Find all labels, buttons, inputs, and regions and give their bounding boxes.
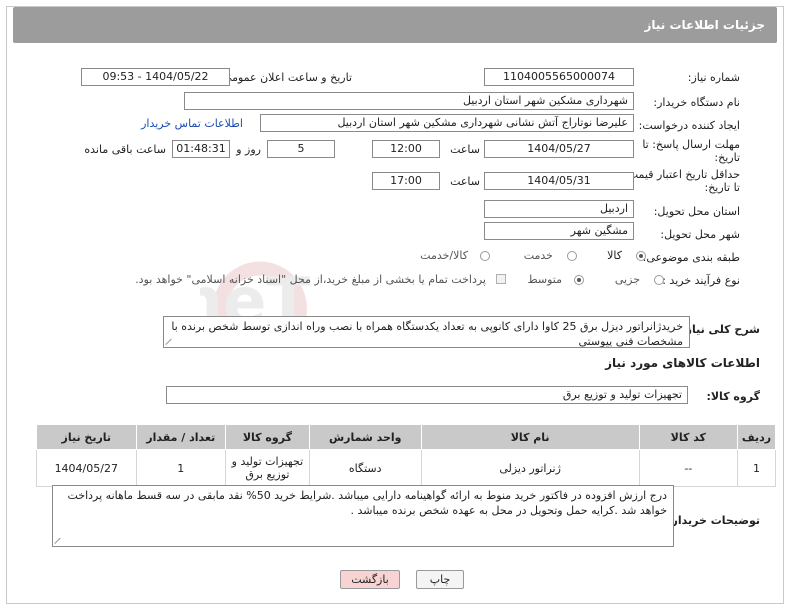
validity-label: حداقل تاریخ اعتبار قیمت:: [624, 168, 740, 181]
cell-qty: 1: [135, 449, 226, 487]
reply-time-label: ساعت: [450, 143, 480, 156]
validity-date-field: 1404/05/31: [484, 172, 634, 190]
page-title: جزئیات اطلاعات نیاز: [644, 18, 765, 32]
cell-group: تجهیزات تولید و توزیع برق: [224, 449, 310, 487]
goods-section-title: اطلاعات کالاهای مورد نیاز: [605, 356, 760, 370]
cell-row: 1: [737, 449, 776, 487]
process-radio-minor[interactable]: [654, 275, 664, 285]
process-radio-medium[interactable]: [574, 275, 584, 285]
validity-label-2: تا تاریخ:: [704, 181, 740, 194]
treasury-payment-checkbox[interactable]: [496, 274, 506, 284]
province-field: اردبیل: [484, 200, 634, 218]
table-row: 1 -- ژنراتور دیزلی دستگاه تجهیزات تولید …: [36, 449, 776, 487]
description-textarea[interactable]: خریدژانراتور دیزل برق 25 کاوا دارای کانو…: [163, 316, 690, 348]
category-option-goods-service: کالا/خدمت: [420, 249, 468, 262]
reply-time-field: 12:00: [372, 140, 440, 158]
description-label: شرح کلی نیاز:: [681, 323, 760, 336]
remaining-label: ساعت باقی مانده: [84, 143, 166, 156]
back-button[interactable]: بازگشت: [340, 570, 400, 589]
category-radio-goods[interactable]: [636, 251, 646, 261]
col-code: کد کالا: [638, 424, 739, 450]
reply-deadline-label: مهلت ارسال پاسخ: تا: [642, 138, 740, 151]
category-option-service: خدمت: [523, 249, 553, 262]
reply-deadline-label-2: تاریخ:: [714, 151, 740, 164]
cell-unit: دستگاه: [308, 449, 422, 487]
requester-label: ایجاد کننده درخواست:: [638, 119, 740, 132]
goods-group-label: گروه کالا:: [706, 390, 760, 403]
buyer-contact-link[interactable]: اطلاعات تماس خریدار: [141, 117, 243, 130]
buyer-org-label: نام دستگاه خریدار:: [653, 96, 740, 109]
validity-time-field: 17:00: [372, 172, 440, 190]
days-field: 5: [267, 140, 335, 158]
process-label: نوع فرآیند خرید :: [662, 274, 740, 287]
col-row: ردیف: [737, 424, 776, 450]
resize-grip-icon[interactable]: [55, 536, 63, 544]
col-date: تاریخ نیاز: [36, 424, 137, 450]
treasury-payment-note: پرداخت تمام یا بخشی از مبلغ خرید،از محل …: [135, 273, 486, 286]
cell-code: --: [638, 449, 739, 487]
goods-table: ردیف کد کالا نام کالا واحد شمارش گروه کا…: [36, 424, 776, 487]
resize-grip-icon[interactable]: [166, 337, 174, 345]
process-option-minor: جزیی: [614, 273, 640, 286]
goods-table-header: ردیف کد کالا نام کالا واحد شمارش گروه کا…: [36, 424, 776, 450]
category-radio-service[interactable]: [567, 251, 577, 261]
cell-name: ژنراتور دیزلی: [420, 449, 640, 487]
remaining-time-field: 01:48:31: [172, 140, 230, 158]
col-group: گروه کالا: [224, 424, 310, 450]
category-radio-goods-service[interactable]: [480, 251, 490, 261]
process-option-medium: متوسط: [527, 273, 562, 286]
category-option-goods: کالا: [607, 249, 622, 262]
requester-field: علیرضا نوتاراج آتش نشانی شهرداری مشکین ش…: [260, 114, 634, 132]
buyer-notes-text: درج ارزش افزوده در فاکتور خرید منوط به ا…: [67, 489, 668, 517]
announce-label: تاریخ و ساعت اعلان عمومی:: [219, 71, 352, 84]
print-button[interactable]: چاپ: [416, 570, 464, 589]
buyer-notes-label: توضیحات خریدار:: [667, 514, 760, 527]
days-label: روز و: [236, 143, 261, 156]
announce-field: 1404/05/22 - 09:53: [81, 68, 230, 86]
description-text: خریدژانراتور دیزل برق 25 کاوا دارای کانو…: [171, 320, 683, 348]
category-label: طبقه بندی موضوعی:: [642, 251, 740, 264]
need-number-label: شماره نیاز:: [687, 71, 740, 84]
col-name: نام کالا: [420, 424, 640, 450]
col-unit: واحد شمارش: [308, 424, 422, 450]
city-label: شهر محل تحویل:: [660, 228, 740, 241]
city-field: مشگین شهر: [484, 222, 634, 240]
province-label: استان محل تحویل:: [653, 205, 740, 218]
goods-group-field: تجهیزات تولید و توزیع برق: [166, 386, 688, 404]
reply-date-field: 1404/05/27: [484, 140, 634, 158]
validity-time-label: ساعت: [450, 175, 480, 188]
page-header: جزئیات اطلاعات نیاز: [13, 7, 777, 43]
buyer-org-field: شهرداری مشکین شهر استان اردبیل: [184, 92, 634, 110]
col-qty: تعداد / مقدار: [135, 424, 226, 450]
buyer-notes-textarea[interactable]: درج ارزش افزوده در فاکتور خرید منوط به ا…: [52, 485, 674, 547]
cell-date: 1404/05/27: [36, 449, 137, 487]
need-number-field: 1104005565000074: [484, 68, 634, 86]
